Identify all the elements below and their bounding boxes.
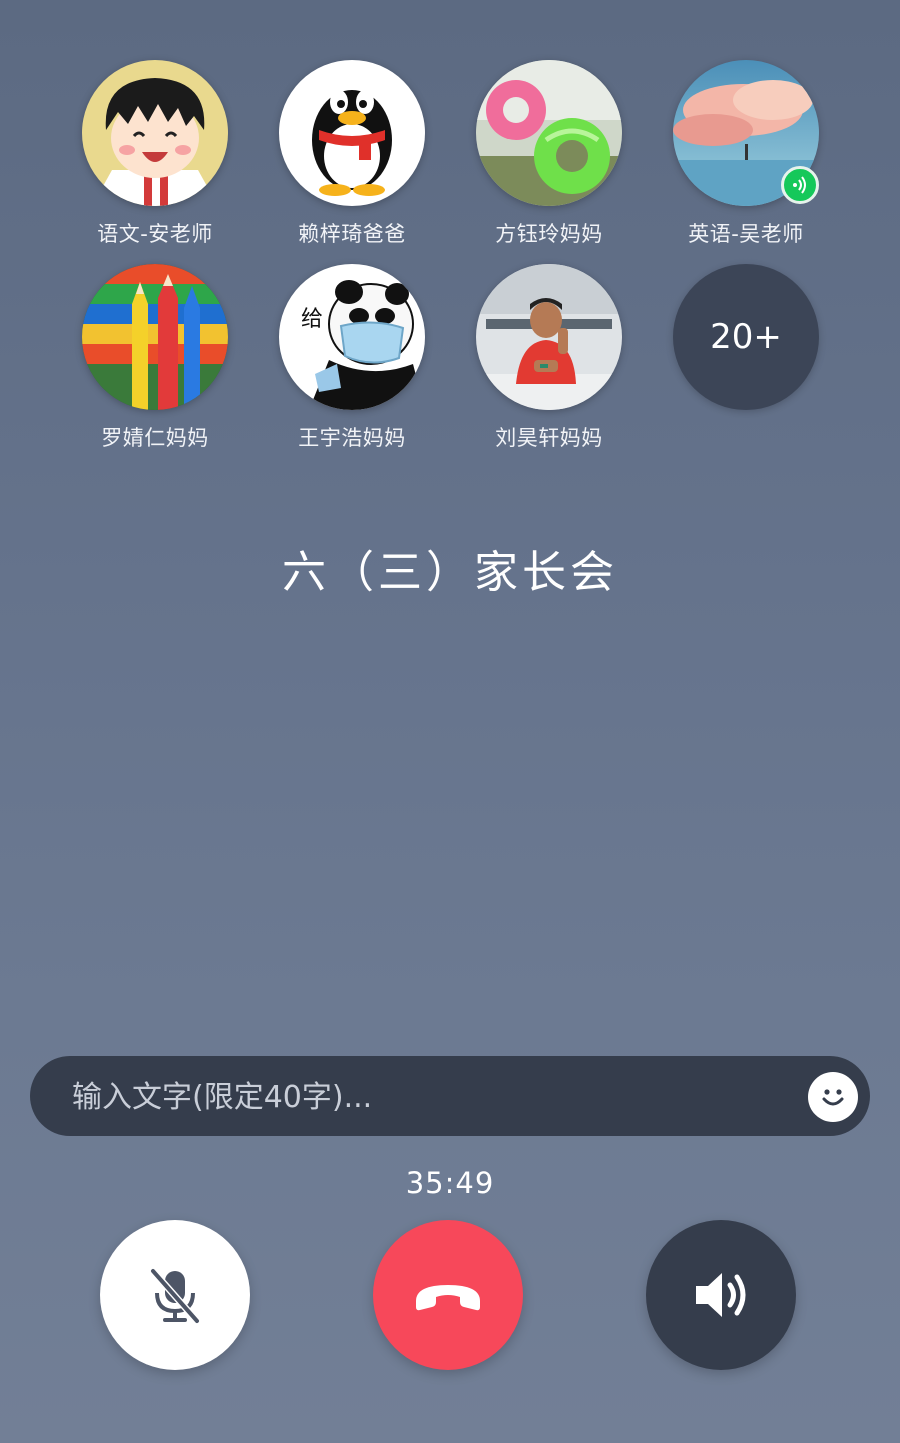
smiley-icon — [822, 1089, 844, 1106]
participant-name: 刘昊轩妈妈 — [495, 426, 603, 450]
participant-name: 英语-吴老师 — [688, 222, 804, 246]
speaker-button[interactable] — [646, 1220, 796, 1370]
mute-button[interactable] — [100, 1220, 250, 1370]
participant-name: 方钰玲妈妈 — [495, 222, 603, 246]
phone-hangup-icon — [416, 1285, 480, 1311]
mic-off-icon — [150, 1268, 200, 1324]
participant-name: 赖梓琦爸爸 — [298, 222, 406, 246]
participant-name: 罗婧仁妈妈 — [101, 426, 209, 450]
swim-rings-avatar[interactable] — [476, 60, 622, 206]
hangup-button[interactable] — [373, 1220, 523, 1370]
message-input-bar — [30, 1056, 870, 1138]
message-input[interactable] — [70, 1056, 774, 1138]
group-call-title: 六（三）家长会 — [282, 547, 618, 598]
participant-name: 语文-安老师 — [97, 222, 213, 246]
speaking-indicator-icon — [781, 166, 819, 204]
emoji-button[interactable] — [808, 1072, 858, 1122]
colored-pencils-avatar[interactable] — [82, 264, 228, 410]
call-timer: 35:49 — [405, 1166, 495, 1200]
speaker-icon — [696, 1273, 746, 1317]
avatar-caption: 给 — [301, 307, 323, 332]
participant-grid: 语文-安老师 赖梓琦爸爸 方钰玲妈妈 英语-吴老师 罗婧仁妈妈 给 王宇浩妈妈 … — [0, 0, 900, 480]
panda-mask-avatar[interactable]: 给 — [279, 264, 425, 410]
boy-photo-avatar[interactable] — [476, 264, 622, 410]
more-participants-count[interactable]: 20+ — [673, 264, 819, 410]
penguin-avatar[interactable] — [279, 60, 425, 206]
participant-name: 王宇浩妈妈 — [298, 426, 406, 450]
cartoon-girl-avatar[interactable] — [82, 60, 228, 206]
